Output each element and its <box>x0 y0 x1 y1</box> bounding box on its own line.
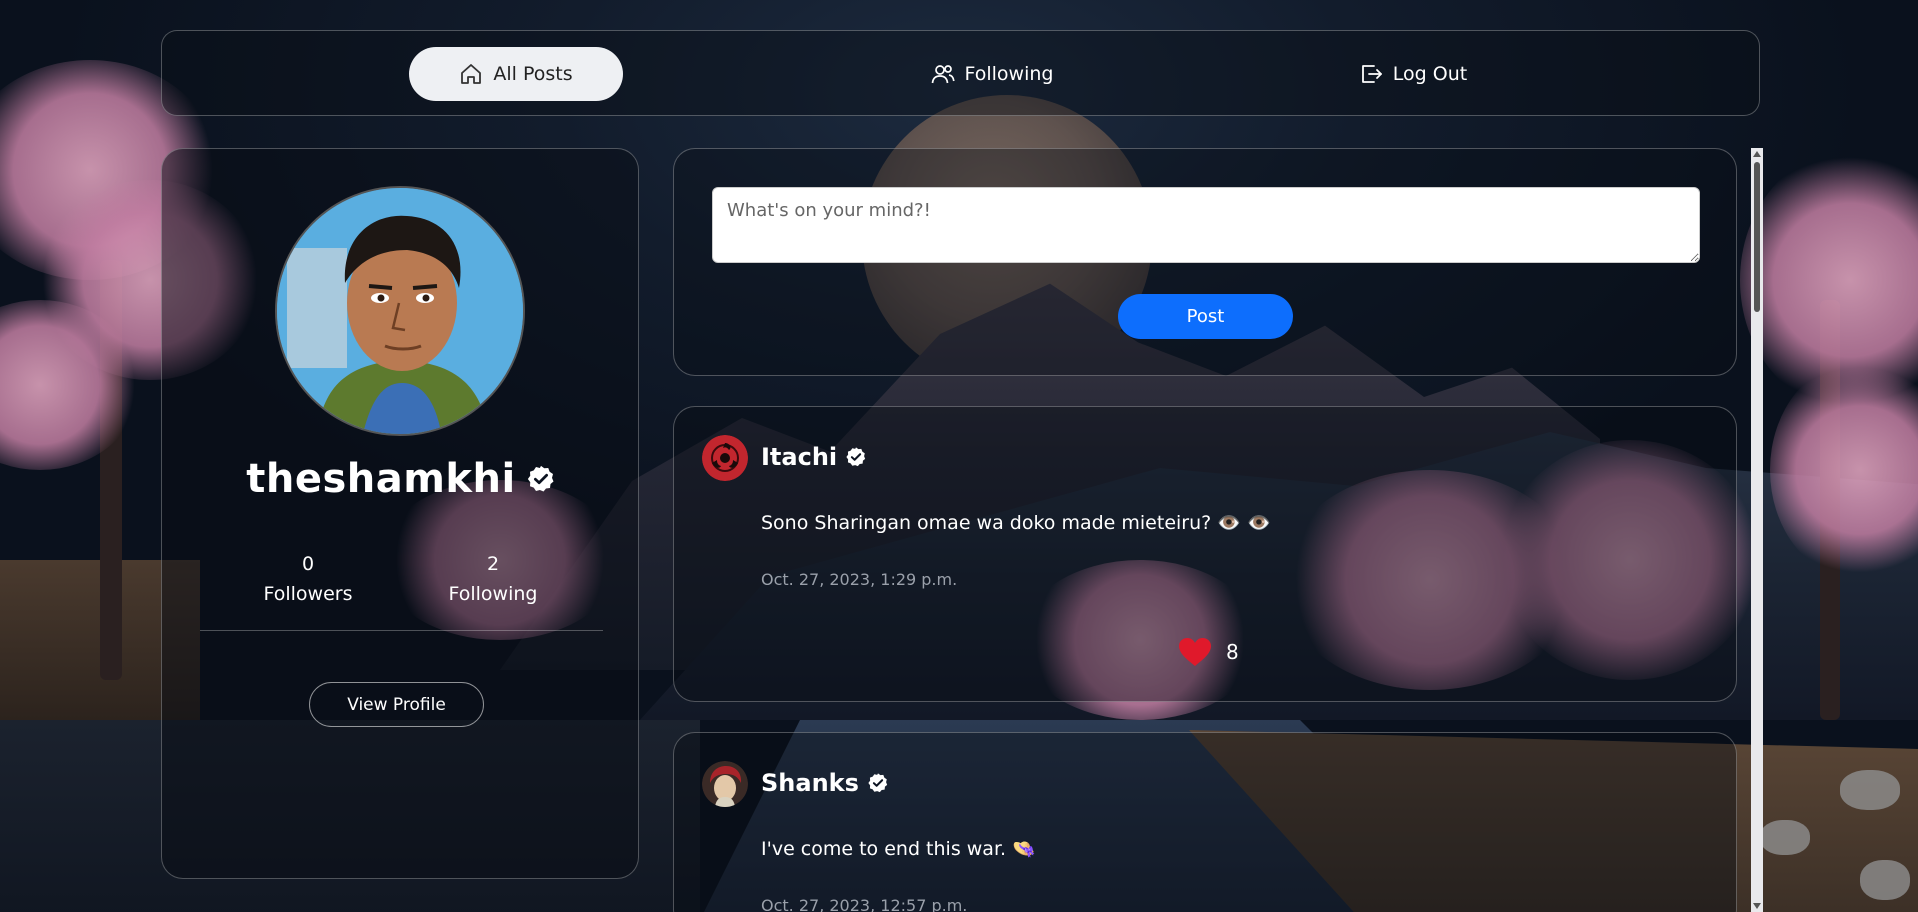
post-author-avatar[interactable] <box>702 435 748 481</box>
rock <box>1860 860 1910 900</box>
nav-following-label: Following <box>964 63 1054 85</box>
verified-badge-icon <box>868 773 888 793</box>
post-timestamp: Oct. 27, 2023, 1:29 p.m. <box>761 570 958 589</box>
post-button[interactable]: Post <box>1118 294 1293 339</box>
top-navbar: All Posts Following Log Out <box>161 30 1760 116</box>
scroll-down-arrow-icon[interactable] <box>1753 903 1761 909</box>
username-row: theshamkhi <box>162 451 640 507</box>
shanks-avatar-icon <box>702 761 748 807</box>
post-card: Shanks I've come to end this war. 👒 Oct.… <box>673 732 1737 912</box>
followers-count: 0 <box>301 553 315 575</box>
profile-divider <box>200 630 603 631</box>
feed-scrollbar[interactable] <box>1751 148 1763 912</box>
home-icon <box>461 64 482 84</box>
nav-logout[interactable]: Log Out <box>1330 47 1496 101</box>
scroll-thumb[interactable] <box>1754 162 1760 312</box>
profile-avatar[interactable] <box>275 186 525 436</box>
nav-all-posts[interactable]: All Posts <box>409 47 623 101</box>
scroll-up-arrow-icon[interactable] <box>1753 151 1761 157</box>
post-author-avatar[interactable] <box>702 761 748 807</box>
like-row: 8 <box>1178 637 1239 667</box>
following-count: 2 <box>486 553 500 575</box>
post-composer: Post <box>673 148 1737 376</box>
sharingan-avatar-icon <box>702 435 748 481</box>
post-text: I've come to end this war. 👒 <box>761 838 1036 860</box>
followers-label: Followers <box>263 583 353 605</box>
rock <box>1840 770 1900 810</box>
view-profile-button[interactable]: View Profile <box>309 682 484 727</box>
followers-stat[interactable]: 0 Followers <box>233 549 383 609</box>
users-icon <box>931 65 955 84</box>
profile-card: theshamkhi 0 Followers 2 Following View … <box>161 148 639 879</box>
post-author[interactable]: Shanks <box>761 769 859 797</box>
rock <box>1760 820 1810 855</box>
post-input[interactable] <box>712 187 1700 263</box>
verified-badge-icon <box>527 465 554 492</box>
like-count: 8 <box>1226 640 1239 664</box>
post-author-row: Itachi <box>761 437 867 477</box>
heart-icon[interactable] <box>1178 637 1212 667</box>
following-label: Following <box>448 583 538 605</box>
post-card: Itachi Sono Sharingan omae wa doko made … <box>673 406 1737 702</box>
post-author-row: Shanks <box>761 763 889 803</box>
post-timestamp: Oct. 27, 2023, 12:57 p.m. <box>761 896 968 912</box>
post-text: Sono Sharingan omae wa doko made mieteir… <box>761 512 1271 534</box>
nav-logout-label: Log Out <box>1392 63 1468 85</box>
following-stat[interactable]: 2 Following <box>418 549 568 609</box>
post-author[interactable]: Itachi <box>761 443 837 471</box>
verified-badge-icon <box>846 447 866 467</box>
logout-icon <box>1361 65 1382 83</box>
nav-following[interactable]: Following <box>897 47 1087 101</box>
profile-username: theshamkhi <box>246 456 516 502</box>
profile-avatar-illustration <box>277 188 523 434</box>
nav-all-posts-label: All Posts <box>493 63 573 85</box>
